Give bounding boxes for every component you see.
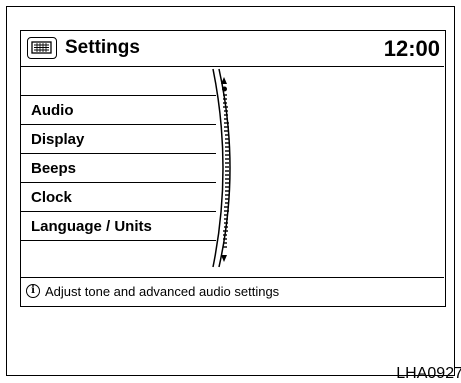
list-item-clock[interactable]: Clock bbox=[21, 183, 216, 212]
list-item-empty-bottom bbox=[21, 241, 216, 270]
list-item-label: Language / Units bbox=[31, 218, 152, 235]
scrollbar-track bbox=[212, 68, 231, 268]
list-item-display[interactable]: Display bbox=[21, 125, 216, 154]
list-item-audio[interactable]: Audio bbox=[21, 96, 216, 125]
page-title: Settings bbox=[65, 37, 140, 58]
list-item-label: Beeps bbox=[31, 160, 77, 177]
info-bar: i Adjust tone and advanced audio setting… bbox=[21, 277, 444, 306]
settings-screen: Settings 12:00 Audio Display Beeps Clock… bbox=[20, 30, 446, 307]
keyboard-icon bbox=[31, 41, 52, 54]
clock-display: 12:00 bbox=[383, 36, 440, 61]
menu-icon[interactable] bbox=[27, 37, 57, 59]
header-bar: Settings 12:00 bbox=[21, 31, 444, 67]
list-item-label: Display bbox=[31, 131, 85, 148]
list-item-label: Audio bbox=[31, 102, 74, 119]
scrollbar[interactable] bbox=[211, 67, 243, 269]
figure-code: LHA0927 bbox=[396, 365, 461, 382]
info-icon: i bbox=[26, 284, 40, 298]
info-text: Adjust tone and advanced audio settings bbox=[45, 284, 280, 299]
scroll-position-indicator bbox=[222, 86, 227, 92]
list-item-beeps[interactable]: Beeps bbox=[21, 154, 216, 183]
list-item-language-units[interactable]: Language / Units bbox=[21, 212, 216, 241]
scroll-down-arrow-icon bbox=[221, 255, 227, 262]
list-item-label: Clock bbox=[31, 189, 72, 206]
list-item-empty-top bbox=[21, 67, 216, 96]
